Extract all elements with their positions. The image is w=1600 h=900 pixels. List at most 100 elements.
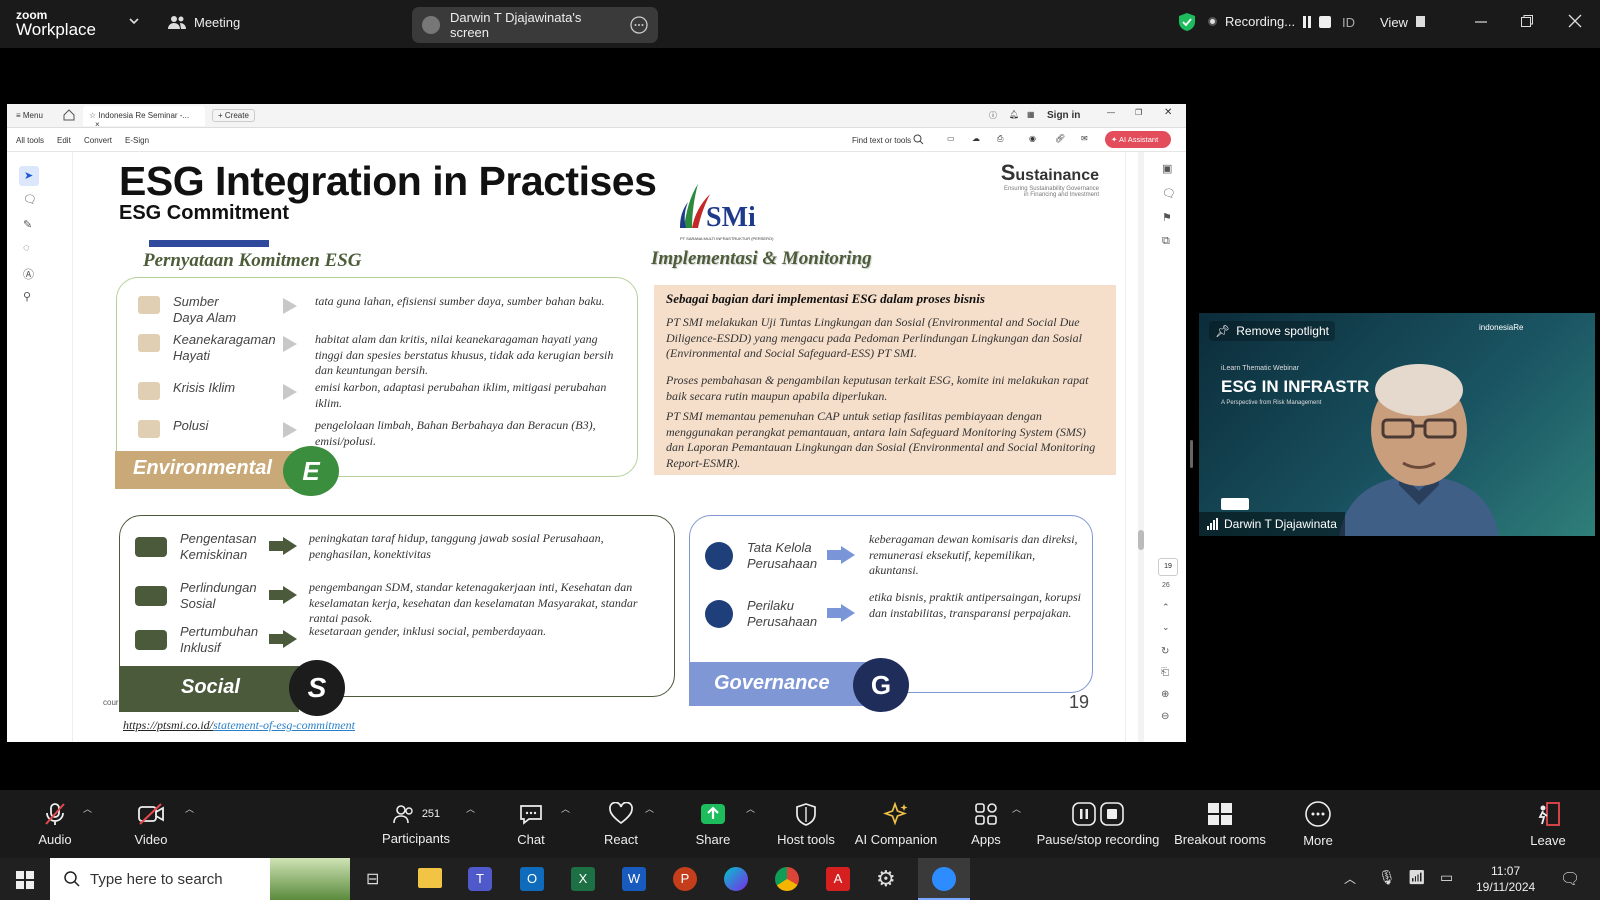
video-button[interactable]: Video	[128, 790, 174, 858]
rotate-icon[interactable]: ↻	[1161, 646, 1169, 657]
chevron-down-icon[interactable]	[128, 15, 140, 27]
acrobat-icon[interactable]: A	[826, 867, 850, 891]
page-down-icon[interactable]: ⌄	[1162, 622, 1170, 633]
menu-button[interactable]: ≡ Menu	[16, 111, 43, 120]
file-explorer-icon[interactable]	[418, 868, 442, 888]
excel-icon[interactable]: X	[571, 867, 595, 891]
search-icon[interactable]	[913, 134, 924, 145]
meeting-button[interactable]: Meeting	[168, 14, 240, 30]
tool-all-tools[interactable]: All tools	[16, 136, 44, 145]
help-icon[interactable]: ⓘ	[989, 110, 997, 121]
recording-indicator[interactable]: Recording...	[1208, 14, 1332, 29]
chat-button[interactable]: Chat	[514, 790, 548, 858]
share-icon[interactable]: ◉	[1029, 134, 1036, 143]
lasso-icon[interactable]: ◌	[23, 242, 30, 254]
share-caret-icon[interactable]: ︿	[746, 802, 755, 815]
comment-icon[interactable]: 🗨︎	[23, 193, 37, 206]
link-icon[interactable]: 🔗︎	[1055, 134, 1065, 143]
save-icon[interactable]: ▭	[947, 134, 955, 143]
minimize-icon[interactable]	[1474, 14, 1488, 28]
zoom-out-icon[interactable]: ⊖	[1161, 711, 1169, 722]
stop-icon[interactable]	[1319, 15, 1332, 28]
source-link[interactable]: https://ptsmi.co.id/statement-of-esg-com…	[123, 718, 355, 733]
windows-start-icon[interactable]	[16, 871, 34, 889]
close-icon[interactable]	[1568, 14, 1582, 28]
taskbar-search-box[interactable]: Type here to search	[50, 858, 350, 900]
pen-icon[interactable]: ✎	[23, 218, 32, 231]
more-options-icon[interactable]	[630, 16, 648, 34]
screen-share-pill[interactable]: Darwin T Djajawinata's screen	[412, 7, 658, 43]
window-restore-icon[interactable]: ❐	[1135, 108, 1142, 117]
scrollbar-thumb[interactable]	[1138, 530, 1144, 550]
react-button[interactable]: React	[602, 790, 640, 858]
bell-icon[interactable]: 🔔︎	[1009, 110, 1019, 119]
home-icon[interactable]	[63, 109, 75, 121]
breakout-rooms-button[interactable]: Breakout rooms	[1172, 790, 1268, 858]
outlook-icon[interactable]: O	[520, 867, 544, 891]
stamp-icon[interactable]: ⚲	[23, 290, 31, 303]
tray-wifi-icon[interactable]: 📶︎	[1408, 869, 1426, 886]
speaker-video-tile[interactable]: 📌︎ Remove spotlight indonesiaRe iLearn T…	[1199, 313, 1595, 536]
host-tools-button[interactable]: Host tools	[776, 790, 836, 858]
chat-caret-icon[interactable]: ︿	[561, 802, 570, 815]
tray-microphone-icon[interactable]: 🎙︎	[1378, 869, 1396, 886]
page-up-icon[interactable]: ⌃	[1162, 602, 1170, 613]
panel-splitter-handle[interactable]	[1190, 440, 1193, 468]
sign-in-button[interactable]: Sign in	[1047, 110, 1080, 121]
word-icon[interactable]: W	[622, 867, 646, 891]
window-close-icon[interactable]: ✕	[1164, 107, 1172, 118]
copy-icon[interactable]: ⧉	[1162, 235, 1170, 248]
comments-panel-icon[interactable]: 🗨︎	[1162, 187, 1176, 200]
task-view-icon[interactable]: ⊟	[366, 869, 379, 889]
tool-esign[interactable]: E-Sign	[125, 136, 149, 145]
select-cursor-icon[interactable]: ➤	[19, 166, 39, 186]
react-caret-icon[interactable]: ︿	[645, 802, 654, 815]
canva-icon[interactable]	[724, 867, 748, 891]
bookmark-icon[interactable]: ⚑	[1162, 211, 1172, 224]
text-box-icon[interactable]: Ⓐ	[23, 266, 34, 282]
shield-check-icon[interactable]	[1178, 12, 1196, 32]
participants-caret-icon[interactable]: ︿	[466, 802, 475, 815]
meeting-id-button[interactable]: ID	[1342, 15, 1355, 30]
powerpoint-icon[interactable]: P	[673, 867, 697, 891]
apps-caret-icon[interactable]: ︿	[1012, 802, 1021, 815]
view-button[interactable]: View	[1380, 15, 1408, 30]
remove-spotlight-button[interactable]: 📌︎ Remove spotlight	[1209, 321, 1335, 341]
pause-icon[interactable]	[1303, 15, 1312, 28]
chrome-icon[interactable]	[775, 867, 799, 891]
current-page-field[interactable]: 19	[1158, 558, 1178, 576]
find-tools-input[interactable]: Find text or tools	[852, 136, 911, 145]
tool-edit[interactable]: Edit	[57, 136, 71, 145]
window-minimize-icon[interactable]: —	[1107, 108, 1115, 117]
fit-page-icon[interactable]: ⎗	[1161, 667, 1169, 678]
zoom-workplace-logo[interactable]: zoom Workplace	[16, 9, 96, 38]
upload-cloud-icon[interactable]: ☁	[972, 134, 980, 143]
tab-pdf-document[interactable]: ☆ Indonesia Re Seminar -... ×	[83, 106, 205, 129]
audio-button[interactable]: Audio	[34, 790, 76, 858]
tray-chevron-up-icon[interactable]: ︿	[1344, 870, 1356, 887]
print-icon[interactable]: ⎙	[997, 134, 1003, 144]
share-button[interactable]: Share	[694, 790, 732, 858]
organize-pages-icon[interactable]: ▣	[1162, 162, 1172, 175]
ai-assistant-button[interactable]: ✦ AI Assistant	[1105, 131, 1171, 148]
mail-icon[interactable]: ✉	[1081, 134, 1088, 143]
audio-options-caret-icon[interactable]: ︿	[83, 802, 92, 815]
leave-button[interactable]: Leave	[1528, 790, 1568, 858]
more-button[interactable]: More	[1298, 790, 1338, 858]
video-options-caret-icon[interactable]: ︿	[185, 802, 194, 815]
restore-icon[interactable]	[1520, 14, 1534, 28]
notification-center-icon[interactable]: 🗨︎	[1560, 869, 1580, 889]
create-button[interactable]: + Create	[212, 109, 255, 122]
apps-grid-icon[interactable]: ▦	[1027, 110, 1035, 119]
settings-gear-icon[interactable]: ⚙	[876, 866, 896, 892]
teams-icon[interactable]: T	[468, 867, 492, 891]
apps-button[interactable]: Apps	[968, 790, 1004, 858]
zoom-in-icon[interactable]: ⊕	[1161, 689, 1169, 700]
vertical-scrollbar[interactable]	[1138, 152, 1144, 742]
zoom-taskbar-button[interactable]	[918, 858, 970, 900]
participants-button[interactable]: 251 Participants	[378, 790, 454, 858]
tray-display-icon[interactable]: ▭	[1440, 869, 1453, 886]
ai-companion-button[interactable]: AI Companion	[852, 790, 940, 858]
taskbar-clock[interactable]: 11:07 19/11/2024	[1476, 863, 1535, 895]
tool-convert[interactable]: Convert	[84, 136, 112, 145]
